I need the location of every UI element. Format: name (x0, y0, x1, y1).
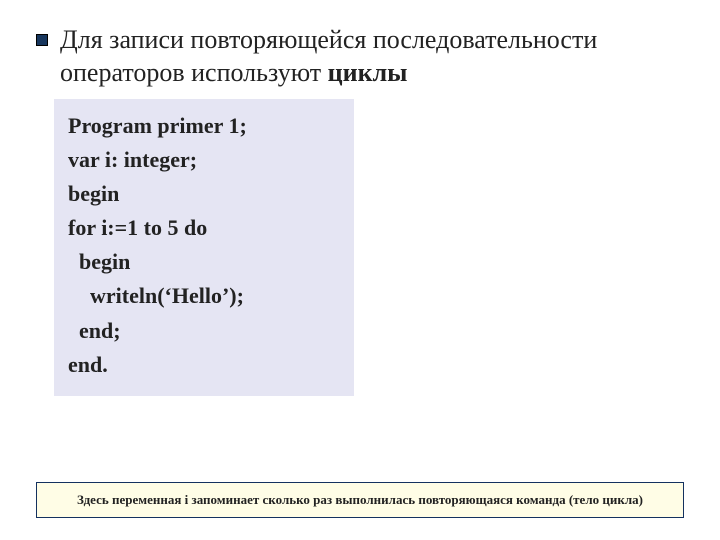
footnote-text: Здесь переменная i запоминает сколько ра… (77, 492, 643, 507)
code-line: end; (68, 314, 340, 348)
code-line: var i: integer; (68, 143, 340, 177)
code-line: for i:=1 to 5 do (68, 211, 340, 245)
footnote-box: Здесь переменная i запоминает сколько ра… (36, 482, 684, 518)
bullet-icon (36, 34, 48, 46)
code-line: Program primer 1; (68, 109, 340, 143)
title-row: Для записи повторяющейся последовательно… (36, 24, 684, 89)
title-bold: циклы (328, 58, 408, 87)
code-line: end. (68, 348, 340, 382)
code-box: Program primer 1; var i: integer; begin … (54, 99, 354, 396)
slide: Для записи повторяющейся последовательно… (0, 0, 720, 540)
code-line: begin (68, 245, 340, 279)
slide-title: Для записи повторяющейся последовательно… (60, 24, 684, 89)
code-line: writeln(‘Hello’); (68, 279, 340, 313)
code-line: begin (68, 177, 340, 211)
